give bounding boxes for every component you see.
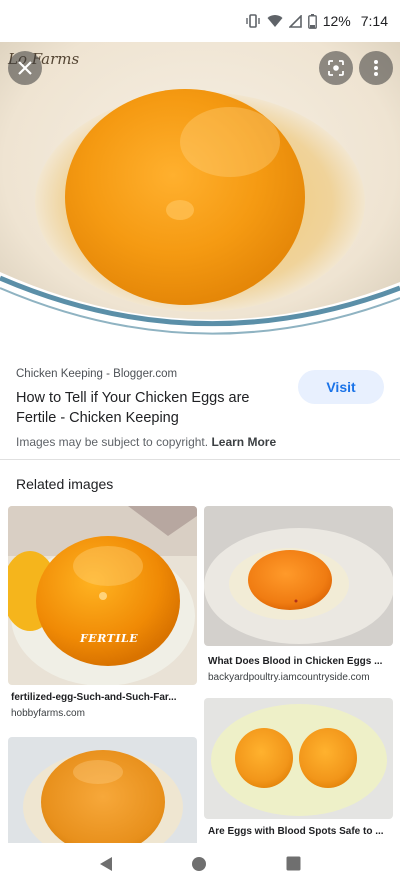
back-button[interactable] bbox=[99, 856, 113, 877]
more-options-button[interactable] bbox=[359, 51, 393, 85]
recents-button[interactable] bbox=[286, 856, 301, 876]
related-image-card[interactable]: FERTILE fertilized-egg-Such-and-Such-Far… bbox=[8, 506, 197, 721]
egg-yolk-photo bbox=[0, 42, 400, 352]
yolk-closeup-photo bbox=[8, 737, 197, 843]
copyright-text: Images may be subject to copyright. bbox=[16, 435, 209, 449]
more-vert-icon bbox=[374, 60, 378, 76]
learn-more-link[interactable]: Learn More bbox=[211, 435, 276, 449]
source-site-name[interactable]: Chicken Keeping - Blogger.com bbox=[16, 368, 177, 380]
related-images-heading: Related images bbox=[16, 476, 114, 492]
cell-signal-icon bbox=[288, 14, 302, 28]
close-icon bbox=[18, 61, 32, 75]
system-nav-bar bbox=[0, 843, 400, 889]
status-bar: 12% 7:14 bbox=[0, 0, 400, 42]
related-image-title[interactable]: What Does Blood in Chicken Eggs ... bbox=[208, 656, 389, 667]
home-button[interactable] bbox=[191, 856, 207, 877]
page-title[interactable]: How to Tell if Your Chicken Eggs are Fer… bbox=[16, 388, 286, 428]
divider bbox=[0, 459, 400, 460]
related-image-title[interactable]: Are Eggs with Blood Spots Safe to ... bbox=[208, 826, 389, 837]
wifi-icon bbox=[267, 14, 283, 28]
back-triangle-icon bbox=[100, 856, 113, 871]
copyright-notice: Images may be subject to copyright. Lear… bbox=[16, 435, 276, 449]
related-image-card[interactable] bbox=[8, 737, 197, 843]
related-image-thumbnail[interactable] bbox=[8, 506, 197, 685]
clock: 7:14 bbox=[360, 13, 388, 29]
related-image-title[interactable]: fertilized-egg-Such-and-Such-Far... bbox=[11, 692, 194, 703]
related-image-thumbnail[interactable] bbox=[204, 506, 393, 646]
related-image-card[interactable]: What Does Blood in Chicken Eggs ... back… bbox=[204, 506, 393, 686]
visit-button[interactable]: Visit bbox=[298, 370, 384, 404]
lens-button[interactable] bbox=[319, 51, 353, 85]
double-yolk-egg-photo bbox=[204, 698, 393, 819]
close-button[interactable] bbox=[8, 51, 42, 85]
fertile-egg-photo bbox=[8, 506, 197, 685]
blood-spot-egg-photo bbox=[204, 506, 393, 646]
recents-square-icon bbox=[286, 856, 301, 871]
image-source-panel: Chicken Keeping - Blogger.com How to Tel… bbox=[0, 352, 400, 460]
battery-percent: 12% bbox=[322, 13, 351, 29]
related-image-card[interactable]: Are Eggs with Blood Spots Safe to ... bbox=[204, 698, 393, 843]
hero-image[interactable]: Lo Farms bbox=[0, 42, 400, 352]
related-image-thumbnail[interactable] bbox=[204, 698, 393, 819]
lens-icon bbox=[328, 60, 344, 76]
related-image-domain: backyardpoultry.iamcountryside.com bbox=[208, 672, 370, 683]
related-image-domain: hobbyfarms.com bbox=[11, 708, 85, 719]
fertile-overlay-label: FERTILE bbox=[80, 632, 139, 645]
vibrate-icon bbox=[245, 14, 261, 28]
home-circle-icon bbox=[192, 856, 207, 871]
related-image-thumbnail[interactable] bbox=[8, 737, 197, 843]
battery-icon bbox=[307, 13, 317, 29]
